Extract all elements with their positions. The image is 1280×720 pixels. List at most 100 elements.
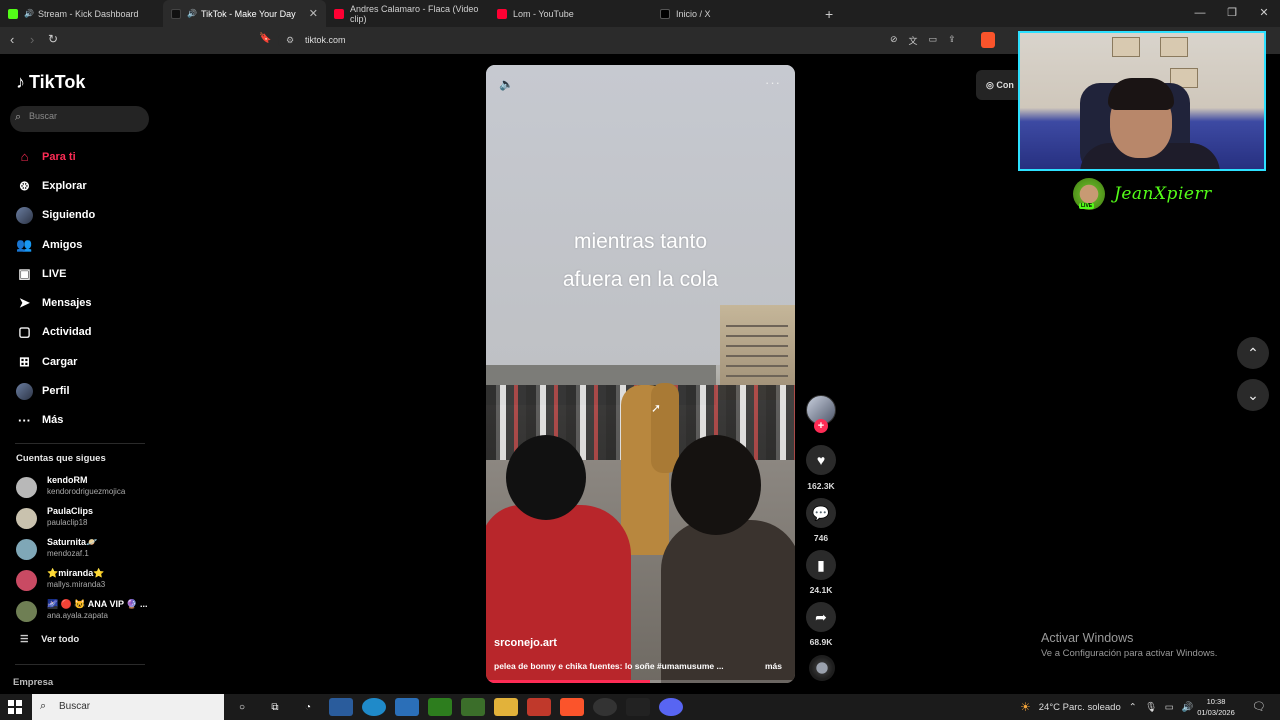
explorer-icon[interactable] [494, 698, 518, 716]
nav-item-mas[interactable]: ··· Más [0, 406, 160, 435]
speaker-icon[interactable]: 🔊 [187, 9, 197, 18]
company-link[interactable]: Empresa [13, 677, 53, 688]
video-author[interactable]: srconejo.art [494, 637, 557, 649]
description-more-button[interactable]: más [765, 661, 782, 671]
logo-text: TikTok [29, 72, 86, 92]
chevron-up-icon[interactable]: ⌃ [1129, 702, 1137, 713]
nav-label: Actividad [42, 326, 92, 339]
speedometer-icon[interactable]: ◔ [296, 698, 320, 716]
nav-label: Más [42, 414, 64, 427]
taskbar-search[interactable]: ⌕ Buscar [32, 694, 224, 720]
tiktok-note-icon: ♪ [16, 72, 25, 92]
following-account[interactable]: 🌌 🔴 😺 ANA VIP 🔮 ... ana.ayala.zapata [16, 599, 156, 625]
tab-youtube-flaca[interactable]: Andres Calamaro - Flaca (Video clip) [326, 0, 489, 27]
back-icon[interactable]: ‹ [10, 32, 14, 47]
weather-text[interactable]: 24°C Parc. soleado [1039, 702, 1121, 713]
store-icon[interactable] [329, 698, 353, 716]
contact-label: Con [996, 80, 1014, 90]
windows-start-icon[interactable] [8, 700, 22, 714]
like-button[interactable]: ♥ [806, 445, 836, 475]
nvidia-icon[interactable] [428, 698, 452, 716]
nav-item-explorar[interactable]: ⊛ Explorar [0, 171, 160, 200]
obs-icon[interactable] [593, 698, 617, 716]
heart-icon: ♥ [816, 452, 826, 468]
share-icon[interactable]: ⇪ [948, 34, 956, 47]
like-count: 162.3K [807, 481, 835, 491]
tab-youtube-lom[interactable]: Lom - YouTube [489, 0, 652, 27]
network-icon[interactable]: ▭ [1165, 702, 1174, 713]
close-window-icon[interactable]: ✕ [1248, 0, 1280, 27]
video-player[interactable]: mientras tanto afuera en la cola 🔈 ··· ➚… [486, 65, 795, 683]
volume-icon[interactable]: 🔊 [1182, 702, 1194, 713]
nav-item-actividad[interactable]: ▢ Actividad [0, 318, 160, 347]
tiktok-sidebar: ♪ TikTok ⌕ ⌂ Para ti ⊛ Explorar Siguiend… [0, 54, 160, 694]
microphone-icon[interactable]: 🎙 [1145, 702, 1157, 713]
see-all-label: Ver todo [41, 634, 80, 645]
nav-label: Cargar [42, 355, 78, 368]
translate-icon[interactable]: 文 [909, 34, 918, 47]
speaker-icon[interactable]: 🔊 [24, 9, 34, 18]
previous-video-button[interactable]: ⌃ [1237, 337, 1269, 369]
brave-shield-icon[interactable] [981, 32, 995, 48]
activate-windows-watermark: Activar Windows Ve a Configuración para … [1041, 631, 1217, 659]
taskbar-clock[interactable]: 10:38 01/03/2026 [1197, 696, 1235, 718]
avatar [16, 601, 37, 622]
minimize-icon[interactable]: — [1184, 0, 1216, 27]
nav-label: Para ti [42, 150, 76, 163]
following-account[interactable]: kendoRM kendorodriguezmojica [16, 475, 156, 501]
comment-icon: 💬 [812, 504, 830, 521]
youtube-favicon-icon [497, 8, 507, 19]
tab-tiktok[interactable]: 🔊 TikTok - Make Your Day ✕ [163, 0, 326, 27]
no-tracking-icon[interactable]: ⊘ [890, 34, 898, 47]
nav-item-siguiendo[interactable]: Siguiendo [0, 201, 160, 230]
task-view-icon[interactable]: ⧉ [263, 698, 287, 716]
video-progress-bar[interactable] [486, 680, 795, 683]
nav-item-live[interactable]: ▣ LIVE [0, 259, 160, 288]
video-progress-fill [486, 680, 650, 683]
edge-icon[interactable] [362, 698, 386, 716]
windows-taskbar: ⌕ Buscar ○ ⧉ ◔ ☀ 24°C Parc. soleado ⌃ 🎙 … [0, 694, 1280, 720]
game-icon[interactable] [461, 698, 485, 716]
share-button[interactable]: ➦ [806, 602, 836, 632]
weather-sun-icon[interactable]: ☀ [1020, 700, 1031, 714]
mail-icon[interactable] [395, 698, 419, 716]
app-icon[interactable] [527, 698, 551, 716]
bookmark-icon[interactable]: 🔖 [259, 33, 271, 44]
tiktok-logo[interactable]: ♪ TikTok [16, 72, 85, 93]
brave-icon[interactable] [560, 698, 584, 716]
reload-icon[interactable]: ↻ [48, 32, 58, 46]
cortana-icon[interactable]: ○ [230, 698, 254, 716]
forward-icon[interactable]: › [30, 32, 34, 47]
account-name: kendoRM [47, 475, 88, 485]
search-box[interactable]: ⌕ [10, 106, 149, 132]
nav-item-para-ti[interactable]: ⌂ Para ti [0, 142, 160, 171]
new-tab-button[interactable]: + [825, 6, 833, 22]
see-all-button[interactable]: ☰ Ver todo [20, 634, 79, 645]
reader-icon[interactable]: ▭ [929, 34, 938, 47]
nav-item-amigos[interactable]: 👥 Amigos [0, 230, 160, 259]
notifications-icon[interactable]: 🗨 [1252, 700, 1266, 713]
tab-kick-dashboard[interactable]: 🔊 Stream - Kick Dashboard [0, 0, 163, 27]
music-disc-icon[interactable] [809, 655, 835, 681]
epic-games-icon[interactable] [626, 698, 650, 716]
nav-item-cargar[interactable]: ⊞ Cargar [0, 347, 160, 376]
nav-item-mensajes[interactable]: ➤ Mensajes [0, 288, 160, 317]
volume-icon[interactable]: 🔈 [499, 77, 514, 91]
following-account[interactable]: Saturnita🪐 mendozaf.1 [16, 537, 156, 563]
site-info-icon[interactable]: ⚙ [286, 31, 294, 50]
search-input[interactable] [29, 111, 139, 121]
tab-x-home[interactable]: Inicio / X [652, 0, 815, 27]
avatar [16, 539, 37, 560]
follow-plus-icon[interactable]: + [814, 419, 828, 433]
following-account[interactable]: ⭐miranda⭐ mallys.miranda3 [16, 568, 156, 594]
comment-button[interactable]: 💬 [806, 498, 836, 528]
close-tab-icon[interactable]: ✕ [309, 7, 318, 20]
restore-icon[interactable]: ❐ [1216, 0, 1248, 27]
nav-item-perfil[interactable]: Perfil [0, 376, 160, 405]
discord-icon[interactable] [659, 698, 683, 716]
next-video-button[interactable]: ⌄ [1237, 379, 1269, 411]
following-account[interactable]: PaulaClips paulaclip18 [16, 506, 156, 532]
more-options-icon[interactable]: ··· [765, 75, 781, 90]
save-button[interactable]: ▮ [806, 550, 836, 580]
account-name: Saturnita🪐 [47, 537, 98, 547]
